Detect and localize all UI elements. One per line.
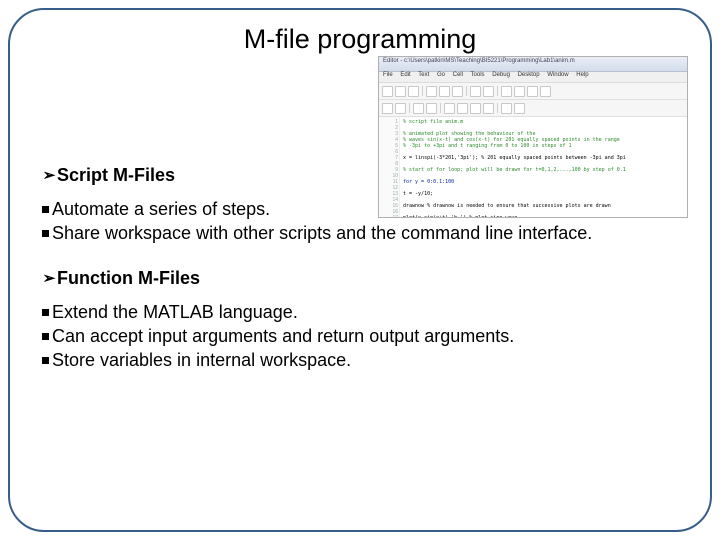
bullet-item: Store variables in internal workspace. [42,349,682,373]
menu-item: Tools [471,72,485,78]
bullet-item: Extend the MATLAB language. [42,301,682,325]
slide-body: ➢Script M-Files Automate a series of ste… [42,144,682,372]
editor-toolbar-2 [379,100,687,117]
menu-item: Go [437,72,445,78]
square-bullet-icon [42,333,49,340]
arrow-bullet-icon: ➢ [42,269,56,289]
bullet-item: Can accept input arguments and return ou… [42,325,682,349]
bullet-text: Extend the MATLAB language. [52,302,298,322]
menu-item: Edit [400,72,410,78]
menu-item: Desktop [518,72,540,78]
square-bullet-icon [42,357,49,364]
slide: M-file programming Editor - c:\Users\pat… [0,0,720,540]
bullet-item: Automate a series of steps. [42,198,682,222]
bullet-text: Automate a series of steps. [52,199,270,219]
heading-text: Function M-Files [57,268,200,288]
editor-toolbar [379,83,687,100]
section-heading: ➢Function M-Files [42,267,682,291]
square-bullet-icon [42,230,49,237]
menu-item: Debug [492,72,510,78]
editor-menubar: File Edit Text Go Cell Tools Debug Deskt… [379,72,687,83]
arrow-bullet-icon: ➢ [42,166,56,186]
menu-item: Cell [453,72,463,78]
editor-titlebar: Editor - c:\Users\patkin\MS\Teaching\BI5… [379,57,687,72]
menu-item: Help [576,72,588,78]
menu-item: Window [547,72,568,78]
bullet-item: Share workspace with other scripts and t… [42,222,682,246]
bullet-text: Can accept input arguments and return ou… [52,326,514,346]
bullet-text: Store variables in internal workspace. [52,350,351,370]
bullet-text: Share workspace with other scripts and t… [52,223,592,243]
section-heading: ➢Script M-Files [42,164,682,188]
square-bullet-icon [42,309,49,316]
square-bullet-icon [42,206,49,213]
menu-item: Text [418,72,429,78]
heading-text: Script M-Files [57,165,175,185]
menu-item: File [383,72,393,78]
slide-title: M-file programming [0,24,720,55]
